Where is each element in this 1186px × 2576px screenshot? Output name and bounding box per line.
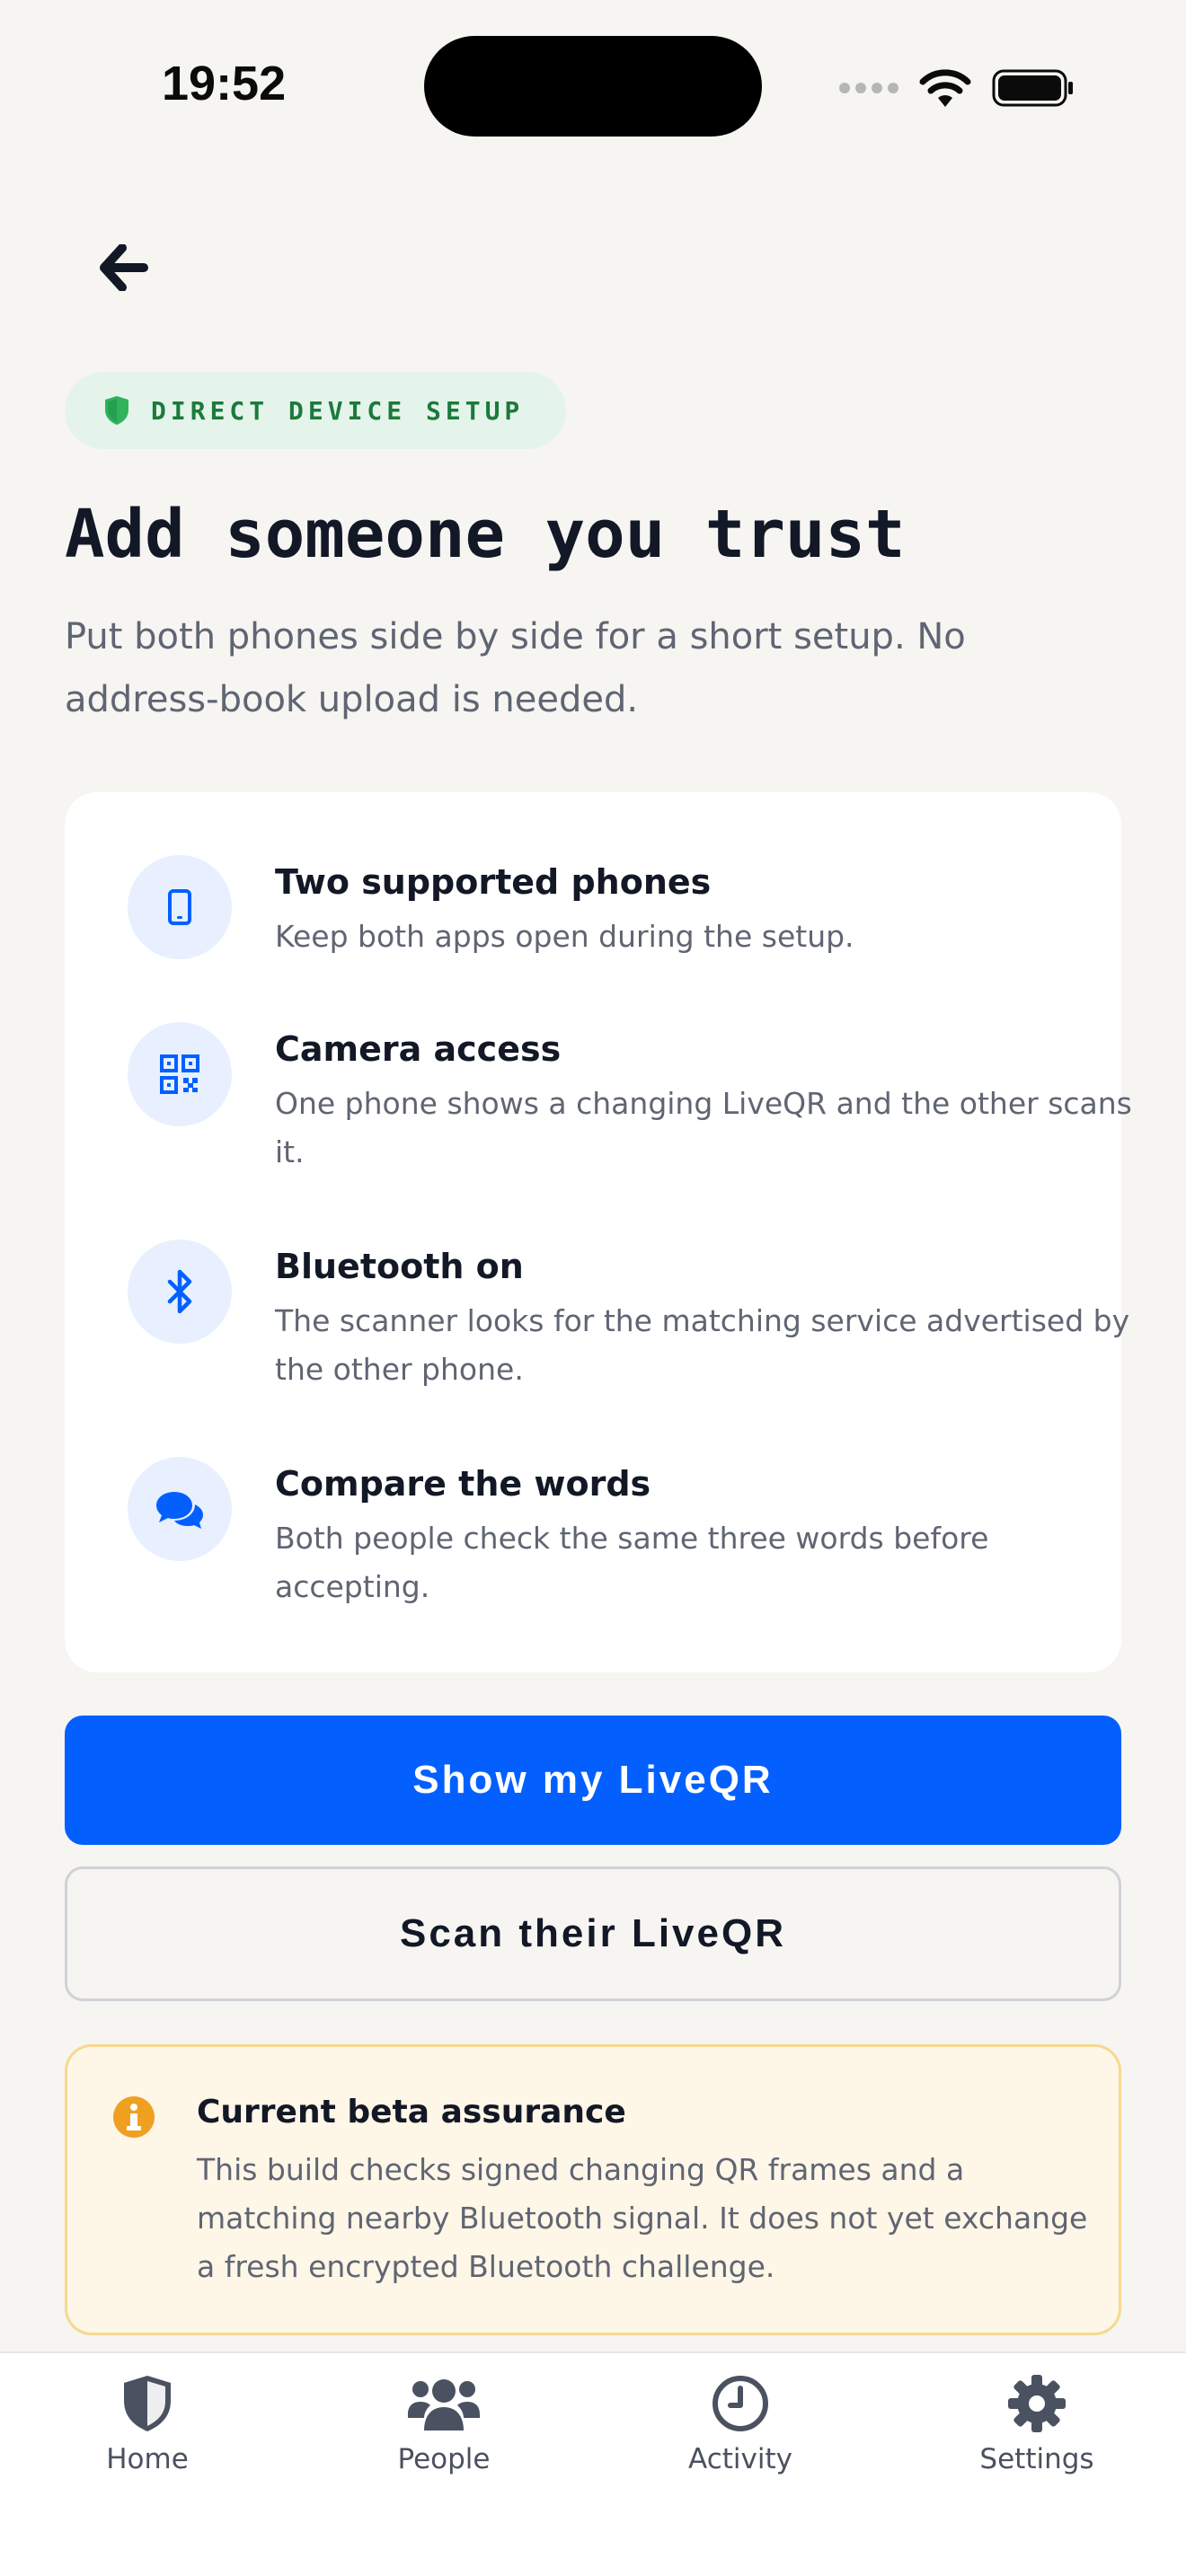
battery-icon [992,69,1073,107]
page-subtitle: Put both phones side by side for a short… [65,616,966,720]
clock-icon [711,2366,770,2441]
shield-icon [122,2366,173,2441]
requirement-description: Keep both apps open during the setup. [275,919,854,954]
people-icon [406,2366,482,2441]
show-my-liveqr-button[interactable]: Show my LiveQR [65,1716,1121,1845]
page-title: Add someone you trust [65,496,906,573]
tab-label: Home [106,2443,189,2475]
requirement-description: The scanner looks for the matching servi… [275,1303,1130,1387]
badge-label: DIRECT DEVICE SETUP [151,395,525,426]
wifi-icon [919,69,971,107]
notice-body: This build checks signed changing QR fra… [197,2152,1088,2284]
requirement-title: Two supported phones [275,862,712,902]
requirements-card: Two supported phones Keep both apps open… [65,792,1132,1672]
bluetooth-icon [128,1239,232,1344]
qr-code-icon [128,1022,232,1126]
requirement-title: Compare the words [275,1464,651,1504]
chat-bubbles-icon [128,1457,232,1561]
status-icons [839,61,1075,115]
notice-title: Current beta assurance [197,2094,626,2130]
requirement-title: Camera access [275,1029,562,1069]
phone-icon [128,855,232,959]
tab-settings[interactable]: Settings [929,2366,1145,2475]
requirement-title: Bluetooth on [275,1247,524,1286]
info-icon [113,2096,155,2138]
status-time: 19:52 [162,57,287,110]
tab-home[interactable]: Home [40,2366,255,2475]
shield-icon [105,396,128,425]
beta-assurance-notice: Current beta assurance This build checks… [65,2044,1121,2335]
tab-label: People [397,2443,491,2475]
requirement-description: Both people check the same three words b… [275,1521,989,1604]
gear-icon [1006,2366,1067,2441]
back-button[interactable] [86,230,162,305]
tab-bar: Home People Activity Settings [0,2351,1186,2576]
arrow-left-icon [100,244,148,291]
scan-their-liveqr-button[interactable]: Scan their LiveQR [65,1866,1121,2001]
requirement-description: One phone shows a changing LiveQR and th… [275,1086,1132,1169]
tab-label: Settings [979,2443,1094,2475]
tab-label: Activity [688,2443,792,2475]
direct-device-setup-badge: DIRECT DEVICE SETUP [65,372,566,449]
screen: 19:52 DIRECT DEVICE SETUP Add someone yo… [0,0,1186,2576]
tab-people[interactable]: People [336,2366,552,2475]
signal-dots-icon [839,83,898,93]
dynamic-island [424,36,762,137]
tab-activity[interactable]: Activity [633,2366,848,2475]
